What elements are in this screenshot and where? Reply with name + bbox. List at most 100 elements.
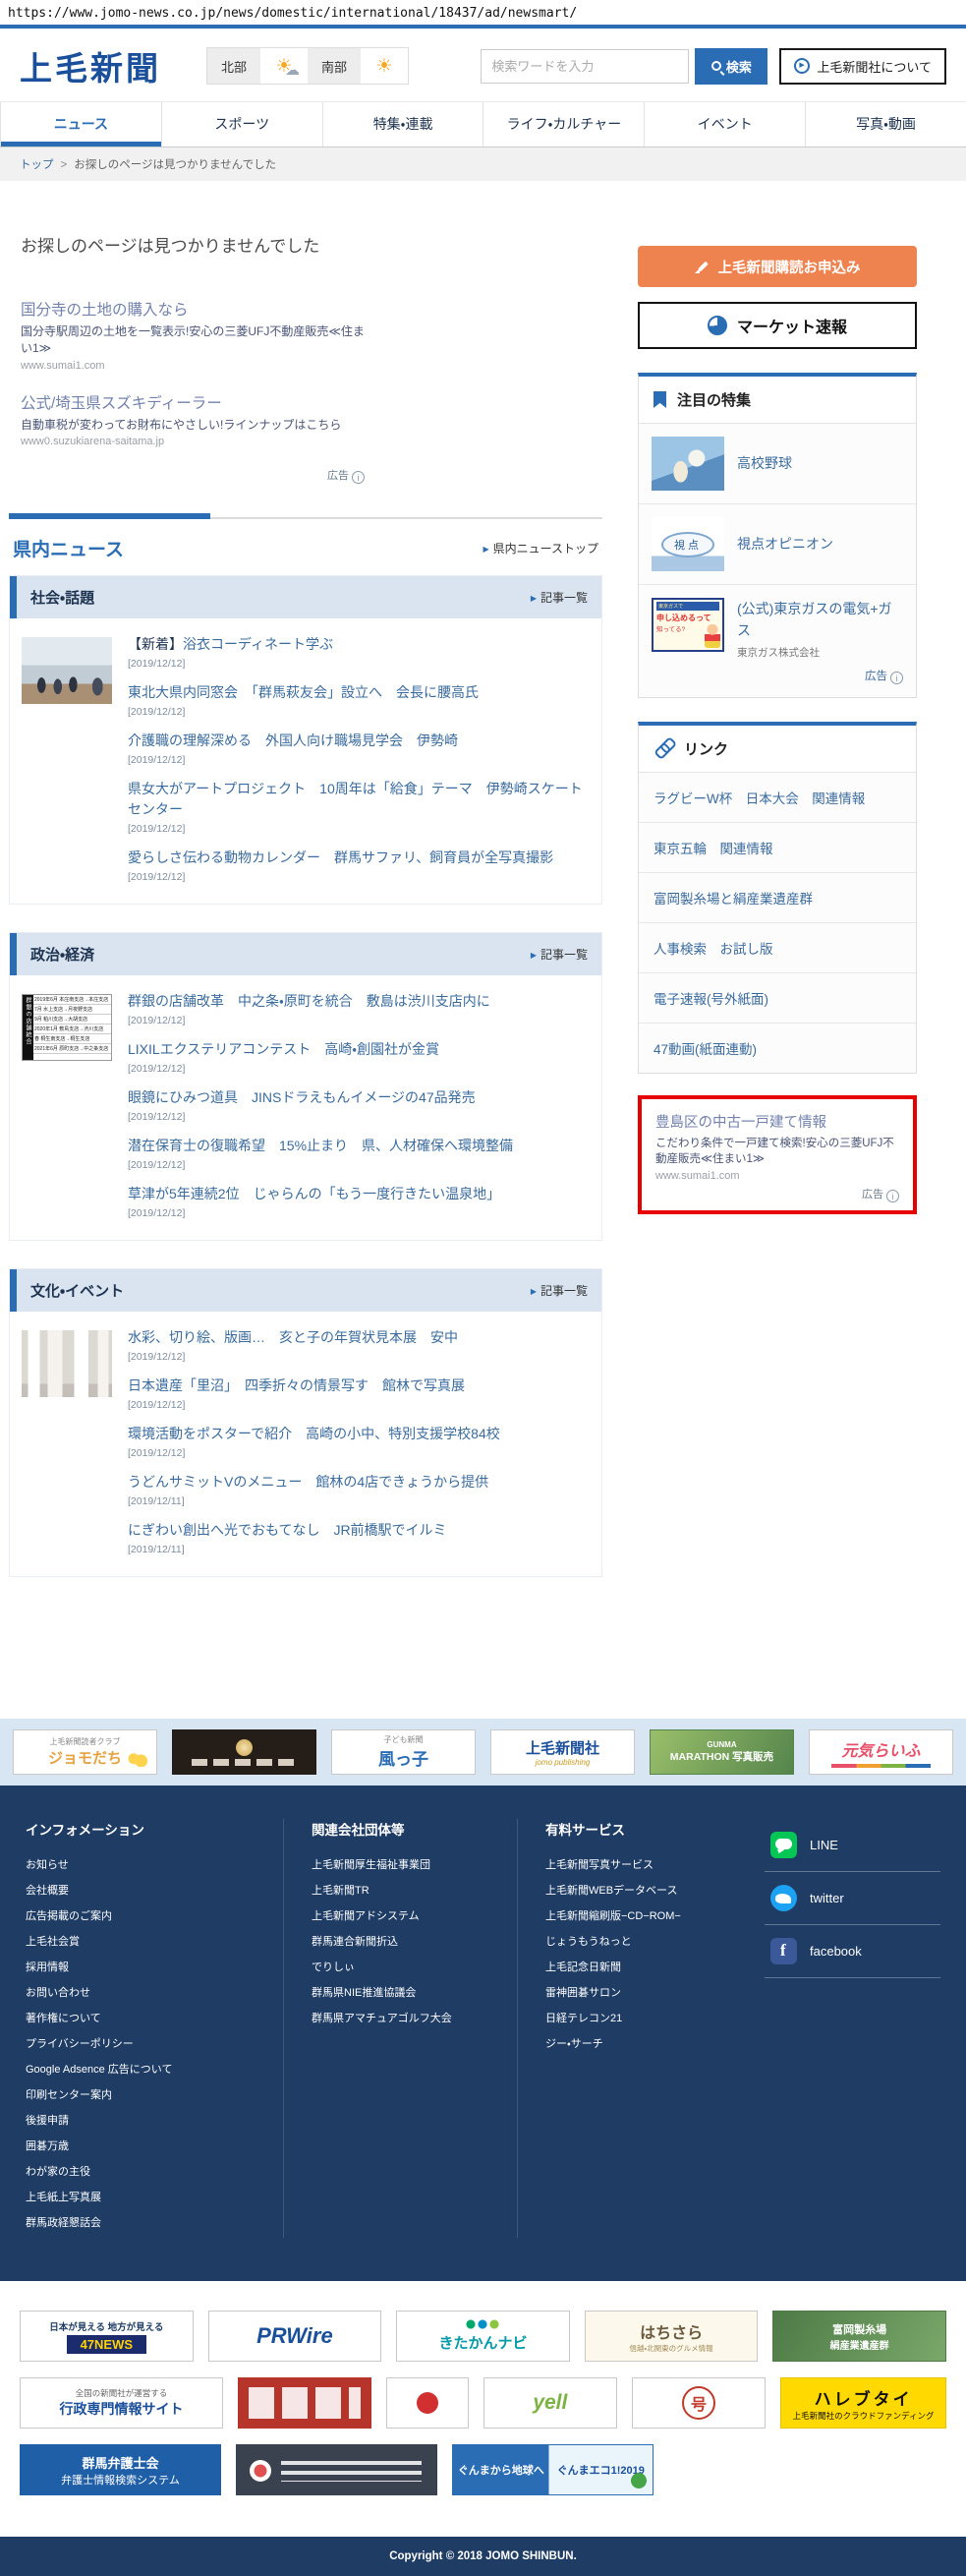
footer-link[interactable]: 上毛新聞TR <box>312 1880 489 1902</box>
footer-link[interactable]: 群馬連合新聞折込 <box>312 1931 489 1953</box>
partner-banner[interactable]: jomo publishing 上毛新聞社 <box>490 1729 635 1776</box>
sidebar-link[interactable]: 人事検索 お試し版 <box>639 922 916 973</box>
article-link[interactable]: 潜在保育士の復職希望 15%止まり 県、人材確保へ環境整備 <box>128 1138 513 1153</box>
footer-link[interactable]: 雷神囲碁サロン <box>545 1982 717 2004</box>
featured-item[interactable]: 高校野球 <box>639 424 916 504</box>
bottom-banner[interactable]: 号 <box>631 2377 767 2430</box>
partner-banner[interactable] <box>172 1729 316 1776</box>
bottom-banner[interactable]: 日本が見える 地方が見える 47NEWS <box>20 2311 194 2363</box>
nav-tab[interactable]: イベント <box>644 102 805 146</box>
featured-item[interactable]: 東京ガスで 申し込めるって 知ってる? (公式)東京ガスの電気+ガス 東京ガス株… <box>639 585 916 697</box>
footer-link[interactable]: 上毛新聞写真サービス <box>545 1854 717 1876</box>
site-logo[interactable]: 上毛新聞 <box>20 42 161 89</box>
sidebar-text-ad[interactable]: 豊島区の中古一戸建て情報 こだわり条件で一戸建て検索!安心の三菱UFJ不動産販売… <box>638 1094 917 1215</box>
article-list-link[interactable]: 記事一覧 <box>531 589 588 606</box>
bottom-banner[interactable]: 富岡製糸場 絹産業遺産群 <box>772 2311 946 2363</box>
footer-link[interactable]: 上毛新聞アドシステム <box>312 1905 489 1927</box>
subscribe-button[interactable]: 上毛新聞購読お申込み <box>638 246 917 287</box>
article-list-link[interactable]: 記事一覧 <box>531 946 588 963</box>
ad-label[interactable]: 広告 <box>655 1186 899 1203</box>
bottom-banner[interactable]: きたかんナビ <box>396 2311 570 2363</box>
sidebar-link[interactable]: 富岡製糸場と絹産業遺産群 <box>639 872 916 923</box>
partner-banner[interactable]: 子ども新聞 風っ子 <box>331 1729 476 1776</box>
footer-link[interactable]: 日経テレコン21 <box>545 2008 717 2029</box>
bottom-banner[interactable] <box>237 2377 372 2430</box>
search-input[interactable] <box>481 48 690 84</box>
article-link[interactable]: 日本遺産「里沼」 四季折々の情景写す 館林で写真展 <box>128 1377 465 1393</box>
kennai-top-link[interactable]: 県内ニューストップ <box>483 540 598 556</box>
bottom-banner[interactable]: PRWire <box>207 2311 382 2363</box>
text-ad[interactable]: 国分寺の土地の購入なら 国分寺駅周辺の土地を一覧表示!安心の三菱UFJ不動産販売… <box>21 298 365 372</box>
nav-tab[interactable]: ニュース <box>0 102 161 146</box>
ad-label[interactable]: 広告 <box>737 668 903 684</box>
article-thumbnail-bank-table[interactable]: 群銀の店舗統合 2019年6月 本庄南支店→本庄支店 7月 水上支店→月夜野支店 9… <box>22 994 112 1062</box>
footer-link[interactable]: Google Adsence 広告について <box>26 2059 256 2080</box>
info-icon[interactable] <box>352 471 365 485</box>
featured-item[interactable]: 視点 視点オピニオン <box>639 504 916 585</box>
sidebar-link[interactable]: 電子速報(号外紙面) <box>639 972 916 1024</box>
article-thumbnail-yukata[interactable] <box>22 637 112 705</box>
bottom-banner[interactable]: ぐんまから地球へ ぐんまエコ1!2019 <box>452 2444 653 2496</box>
breadcrumb-home-link[interactable]: トップ <box>20 159 54 171</box>
search-button[interactable]: 検索 <box>695 47 768 85</box>
footer-link[interactable]: お知らせ <box>26 1854 256 1876</box>
ad-title-link[interactable]: 国分寺の土地の購入なら <box>21 298 365 320</box>
footer-link[interactable]: 後援申請 <box>26 2110 256 2132</box>
ad-label[interactable]: 広告 <box>21 467 365 485</box>
article-link[interactable]: にぎわい創出へ光でおもてなし JR前橋駅でイルミ <box>128 1522 447 1538</box>
nav-tab[interactable]: 写真・動画 <box>805 102 966 146</box>
article-link[interactable]: 眼鏡にひみつ道具 JINSドラえもんイメージの47品発売 <box>128 1089 476 1105</box>
footer-link[interactable]: でりしぃ <box>312 1957 489 1978</box>
footer-link[interactable]: 採用情報 <box>26 1957 256 1978</box>
article-thumbnail-gallery[interactable] <box>22 1330 112 1398</box>
bottom-banner[interactable]: 群馬弁護士会 弁護士情報検索システム <box>20 2444 221 2496</box>
featured-item-label[interactable]: (公式)東京ガスの電気+ガス <box>737 598 903 642</box>
bottom-banner[interactable]: ハレブタイ 上毛新聞社のクラウドファンディング <box>780 2377 946 2430</box>
article-link[interactable]: 東北大県内同窓会 「群馬萩友会」設立へ 会長に腰高氏 <box>128 684 479 700</box>
article-link[interactable]: 環境活動をポスターで紹介 高崎の小中、特別支援学校84校 <box>128 1426 500 1441</box>
article-link[interactable]: 県女大がアートプロジェクト 10周年は「給食」テーマ 伊勢崎スケートセンター <box>128 781 583 817</box>
footer-link[interactable]: プライバシーポリシー <box>26 2033 256 2055</box>
partner-banner[interactable]: GUNMA MARATHON 写真販売 <box>650 1729 794 1776</box>
article-link[interactable]: 【新着】浴衣コーディネート学ぶ <box>128 636 333 652</box>
text-ad[interactable]: 公式/埼玉県スズキディーラー 自動車税が変わってお財布にやさしい!ラインナップは… <box>21 391 365 447</box>
social-link[interactable]: LINE <box>765 1819 940 1873</box>
article-link[interactable]: 水彩、切り絵、版画… 亥と子の年賀状見本展 安中 <box>128 1329 458 1345</box>
article-link[interactable]: 群銀の店舗改革 中之条・原町を統合 敷島は渋川支店内に <box>128 993 490 1009</box>
article-link[interactable]: LIXILエクステリアコンテスト 高崎・創園社が金賞 <box>128 1041 439 1057</box>
footer-link[interactable]: じょうもうねっと <box>545 1931 717 1953</box>
footer-link[interactable]: 上毛新聞WEBデータベース <box>545 1880 717 1902</box>
article-list-link[interactable]: 記事一覧 <box>531 1282 588 1299</box>
bottom-banner[interactable] <box>386 2377 469 2430</box>
article-link[interactable]: うどんサミットVのメニュー 館林の4店できょうから提供 <box>128 1474 488 1490</box>
social-link[interactable]: twitter <box>765 1872 940 1926</box>
bottom-banner[interactable]: 全国の新聞社が運営する 行政専門情報サイト <box>20 2377 223 2430</box>
footer-link[interactable]: 上毛社会賞 <box>26 1931 256 1953</box>
sidebar-link[interactable]: ラグビーW杯 日本大会 関連情報 <box>639 772 916 823</box>
featured-item-label[interactable]: 高校野球 <box>737 452 903 474</box>
nav-tab[interactable]: 特集・連載 <box>321 102 483 146</box>
article-link[interactable]: 草津が5年連続2位 じゃらんの「もう一度行きたい温泉地」 <box>128 1186 500 1201</box>
footer-link[interactable]: 群馬県NIE推進協議会 <box>312 1982 489 2004</box>
footer-link[interactable]: 広告掲載のご案内 <box>26 1905 256 1927</box>
bottom-banner[interactable]: yell <box>483 2377 617 2430</box>
bottom-banner[interactable]: はちさら 信越・北関東のグルメ情報 <box>584 2311 759 2363</box>
footer-link[interactable]: 著作権について <box>26 2008 256 2029</box>
nav-tab[interactable]: ライフ・カルチャー <box>483 102 644 146</box>
footer-link[interactable]: 上毛紙上写真展 <box>26 2187 256 2208</box>
sidebar-link[interactable]: 47動画(紙面連動) <box>639 1023 916 1073</box>
footer-link[interactable]: 群馬政経懇話会 <box>26 2212 256 2234</box>
footer-link[interactable]: ジー・サーチ <box>545 2033 717 2055</box>
article-link[interactable]: 愛らしさ伝わる動物カレンダー 群馬サファリ、飼育員が全写真撮影 <box>128 849 553 865</box>
about-company-button[interactable]: 上毛新聞社について <box>779 47 946 85</box>
market-report-button[interactable]: マーケット速報 <box>638 302 917 349</box>
footer-link[interactable]: お問い合わせ <box>26 1982 256 2004</box>
footer-link[interactable]: 会社概要 <box>26 1880 256 1902</box>
sidebar-link[interactable]: 東京五輪 関連情報 <box>639 822 916 873</box>
featured-item-label[interactable]: 視点オピニオン <box>737 533 903 555</box>
footer-link[interactable]: 囲碁万歳 <box>26 2136 256 2157</box>
article-link[interactable]: 介護職の理解深める 外国人向け職場見学会 伊勢崎 <box>128 732 458 748</box>
social-link[interactable]: facebook <box>765 1925 940 1979</box>
footer-link[interactable]: わが家の主役 <box>26 2161 256 2183</box>
footer-link[interactable]: 上毛記念日新聞 <box>545 1957 717 1978</box>
